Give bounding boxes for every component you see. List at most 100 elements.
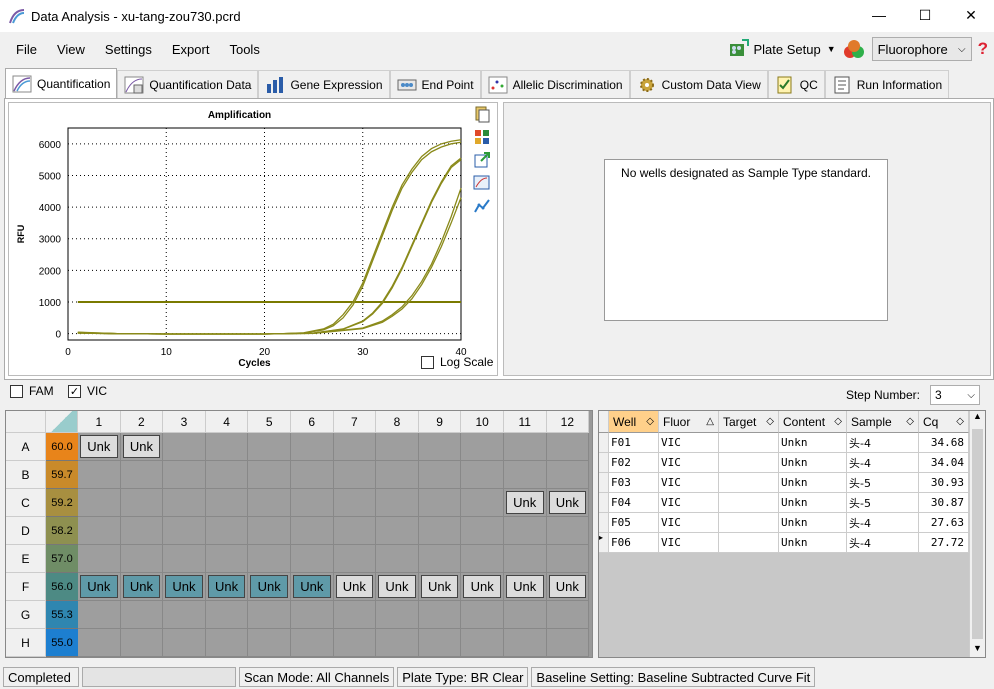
plate-well[interactable] (290, 545, 334, 573)
scroll-thumb[interactable] (972, 429, 983, 639)
plate-well[interactable] (248, 629, 291, 657)
plate-well[interactable] (120, 601, 164, 629)
table-row[interactable]: F02 VIC Unkn 头-4 34.04 (599, 453, 969, 473)
column-header[interactable]: 7 (333, 411, 377, 433)
maximize-button[interactable]: ☐ (902, 0, 948, 30)
plate-well[interactable] (205, 489, 249, 517)
plate-well[interactable] (248, 433, 291, 461)
column-header[interactable]: 12 (546, 411, 590, 433)
plate-well[interactable] (205, 517, 249, 545)
plate-well[interactable]: Unk (546, 573, 590, 601)
table-cell[interactable]: VIC (659, 533, 719, 553)
plate-well[interactable] (418, 489, 462, 517)
plate-well[interactable] (290, 489, 334, 517)
tab-qc[interactable]: QC (767, 70, 825, 98)
table-cell[interactable] (719, 493, 779, 513)
column-header[interactable]: 4 (205, 411, 249, 433)
plate-well[interactable]: Unk (461, 573, 504, 601)
plate-well[interactable]: Unk (163, 573, 206, 601)
column-header[interactable]: 1 (78, 411, 121, 433)
plate-well[interactable] (503, 629, 547, 657)
table-cell[interactable]: 30.93 (919, 473, 969, 493)
plate-well[interactable] (120, 489, 164, 517)
table-cell[interactable]: 头-5 (847, 493, 919, 513)
copy-icon[interactable] (473, 105, 491, 123)
well-sample-type[interactable]: Unk (378, 575, 416, 598)
vertical-scrollbar[interactable]: ▲ ▼ (969, 411, 985, 657)
fluorophore-select[interactable]: Fluorophore ⌵ (871, 37, 972, 61)
fluorophore-colors-icon[interactable] (842, 38, 866, 60)
column-header[interactable]: 5 (248, 411, 291, 433)
table-cell[interactable]: 27.72 (919, 533, 969, 553)
plate-well[interactable] (248, 545, 291, 573)
tab-end-point[interactable]: End Point (389, 70, 481, 98)
column-header-well[interactable]: Well ◇ (609, 411, 659, 433)
plate-well[interactable] (290, 461, 334, 489)
plate-well[interactable] (333, 601, 377, 629)
plate-well[interactable] (78, 601, 121, 629)
plate-well[interactable] (418, 601, 462, 629)
plate-well[interactable] (503, 461, 547, 489)
table-row[interactable]: F04 VIC Unkn 头-5 30.87 (599, 493, 969, 513)
well-sample-type[interactable]: Unk (548, 575, 587, 598)
table-cell[interactable]: 头-4 (847, 513, 919, 533)
well-sample-type[interactable]: Unk (292, 575, 331, 598)
table-cell[interactable]: VIC (659, 433, 719, 453)
status-baseline[interactable]: Baseline Setting: Baseline Subtracted Cu… (531, 667, 816, 687)
sort-icon[interactable]: ◇ (646, 416, 654, 427)
plate-well[interactable]: Unk (418, 573, 462, 601)
close-button[interactable]: ✕ (948, 0, 994, 30)
plate-well[interactable] (163, 517, 206, 545)
plate-well[interactable] (163, 489, 206, 517)
plate-well[interactable] (248, 489, 291, 517)
plate-well[interactable] (376, 517, 419, 545)
well-sample-type[interactable]: Unk (250, 575, 288, 598)
plate-well[interactable] (120, 517, 164, 545)
table-cell[interactable]: F02 (609, 453, 659, 473)
scroll-up-icon[interactable]: ▲ (970, 411, 985, 425)
plate-well[interactable] (418, 433, 462, 461)
row-header[interactable]: C (6, 489, 46, 517)
sort-icon[interactable]: ◇ (766, 416, 774, 427)
row-selector[interactable] (599, 473, 609, 493)
plate-well[interactable] (546, 461, 590, 489)
plate-well[interactable] (78, 517, 121, 545)
tab-quantification-data[interactable]: Quantification Data (117, 70, 259, 98)
plate-well[interactable] (78, 461, 121, 489)
row-header[interactable]: H (6, 629, 46, 657)
plate-well[interactable]: Unk (290, 573, 334, 601)
tab-allelic-discrimination[interactable]: Allelic Discrimination (480, 70, 630, 98)
plate-well[interactable] (503, 433, 547, 461)
help-icon[interactable]: ? (978, 39, 988, 59)
column-header-cq[interactable]: Cq ◇ (919, 411, 969, 433)
plate-well[interactable] (163, 461, 206, 489)
export-chart-icon[interactable] (473, 151, 491, 169)
sort-icon[interactable]: ◇ (906, 416, 914, 427)
plate-well[interactable] (461, 629, 504, 657)
plate-well[interactable] (120, 545, 164, 573)
plate-well[interactable] (418, 461, 462, 489)
plate-well[interactable] (376, 629, 419, 657)
plate-well[interactable]: Unk (376, 573, 419, 601)
tab-run-information[interactable]: Run Information (824, 70, 950, 98)
plate-well[interactable] (120, 461, 164, 489)
menu-settings[interactable]: Settings (105, 42, 152, 57)
row-selector[interactable] (599, 453, 609, 473)
table-row[interactable]: ▸ F06 VIC Unkn 头-4 27.72 (599, 533, 969, 553)
plate-well[interactable] (333, 489, 377, 517)
column-header-content[interactable]: Content ◇ (779, 411, 847, 433)
plate-well[interactable] (205, 433, 249, 461)
plate-well[interactable] (290, 629, 334, 657)
plate-well[interactable] (248, 601, 291, 629)
row-selector[interactable]: ▸ (599, 533, 609, 553)
row-header[interactable]: E (6, 545, 46, 573)
plate-well[interactable] (418, 629, 462, 657)
table-cell[interactable] (719, 453, 779, 473)
plate-well[interactable] (503, 517, 547, 545)
row-header[interactable]: D (6, 517, 46, 545)
table-cell[interactable]: 34.04 (919, 453, 969, 473)
table-row[interactable]: F03 VIC Unkn 头-5 30.93 (599, 473, 969, 493)
table-cell[interactable]: F06 (609, 533, 659, 553)
table-cell[interactable]: F03 (609, 473, 659, 493)
well-sample-type[interactable]: Unk (122, 435, 161, 458)
